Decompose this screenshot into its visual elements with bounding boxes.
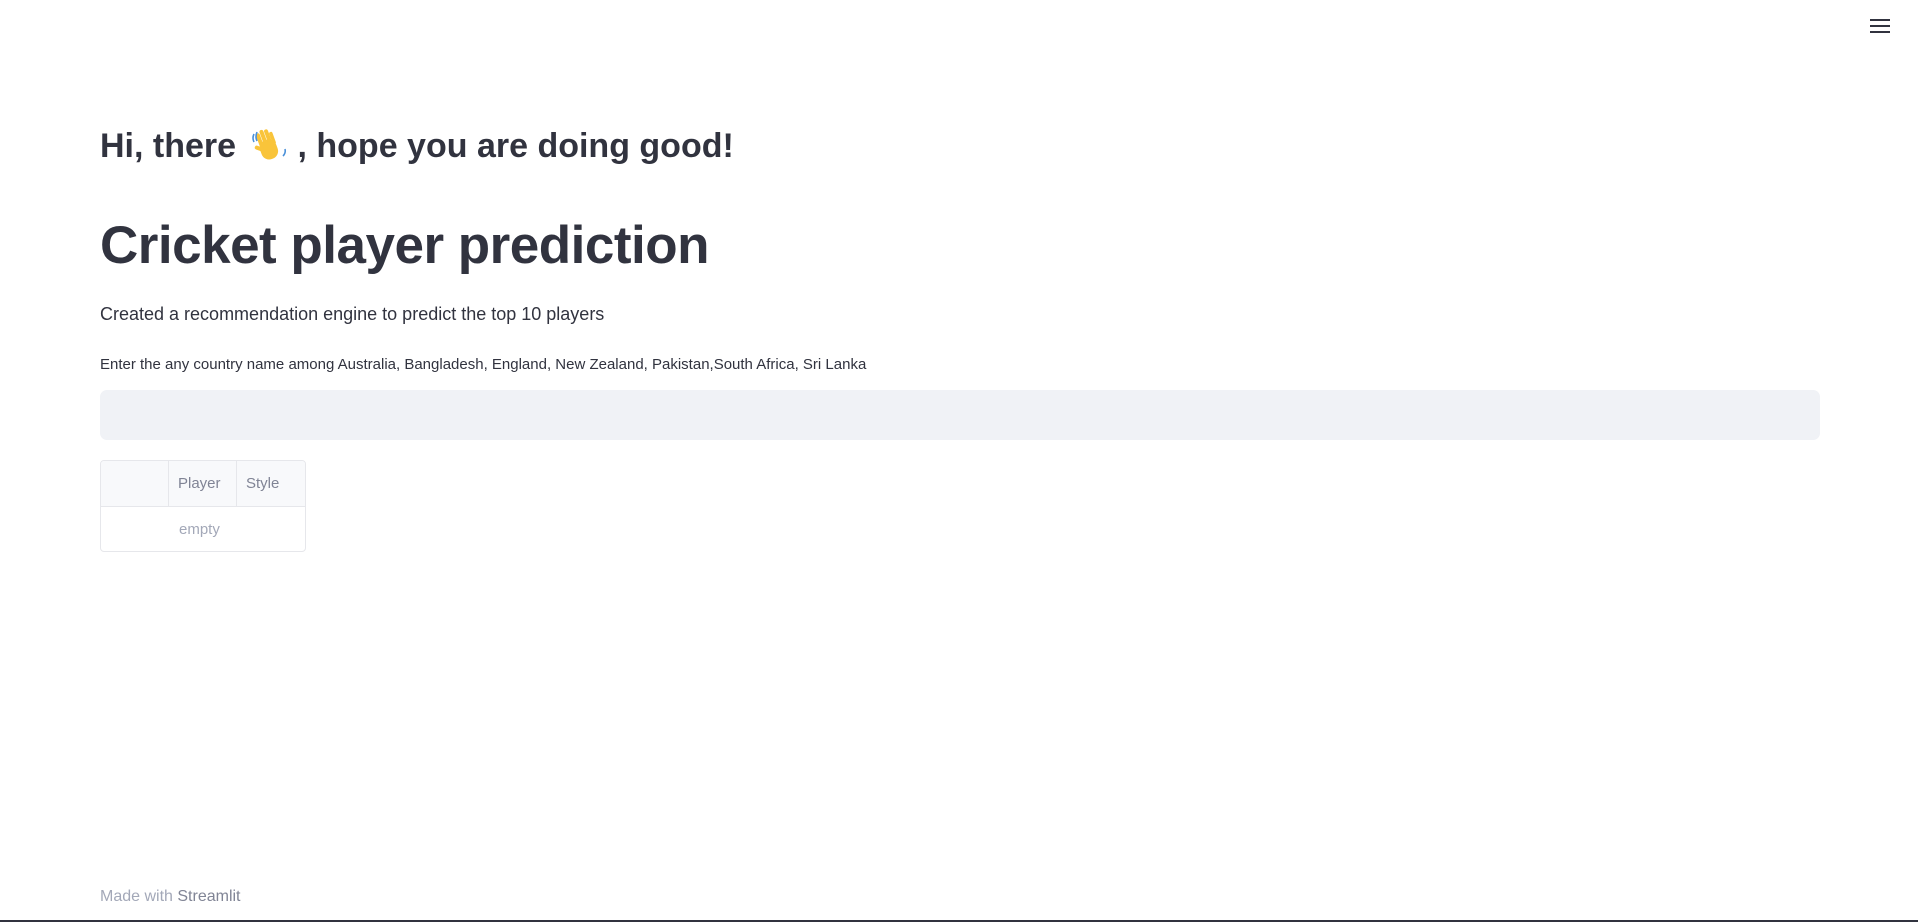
- page-title: Cricket player prediction: [100, 216, 709, 275]
- greeting-heading: Hi, there , hope you are doing good!: [100, 120, 734, 172]
- footer: Made with Streamlit: [100, 886, 241, 908]
- table-header-row: Player Style: [101, 461, 305, 507]
- table-empty-text: empty: [179, 521, 220, 538]
- main-menu-button[interactable]: [1868, 16, 1892, 36]
- table-body: empty: [101, 507, 305, 551]
- column-header-player[interactable]: Player: [169, 461, 237, 506]
- footer-text: Made with: [100, 888, 173, 905]
- waving-hand-icon: [250, 126, 290, 166]
- country-input[interactable]: [100, 390, 1820, 440]
- page-description: Created a recommendation engine to predi…: [100, 304, 605, 324]
- greeting-text-end: , hope you are doing good!: [297, 127, 734, 165]
- column-header-style[interactable]: Style: [237, 461, 305, 506]
- table-index-header: [101, 461, 169, 506]
- players-table[interactable]: Player Style empty: [100, 460, 306, 552]
- streamlit-link[interactable]: Streamlit: [177, 888, 240, 905]
- greeting-text-start: Hi, there: [100, 127, 237, 165]
- country-input-label: Enter the any country name among Austral…: [100, 356, 867, 373]
- hamburger-menu-icon: [1870, 19, 1890, 33]
- app-page: Hi, there , hope you are doing good! Cri…: [0, 0, 1918, 922]
